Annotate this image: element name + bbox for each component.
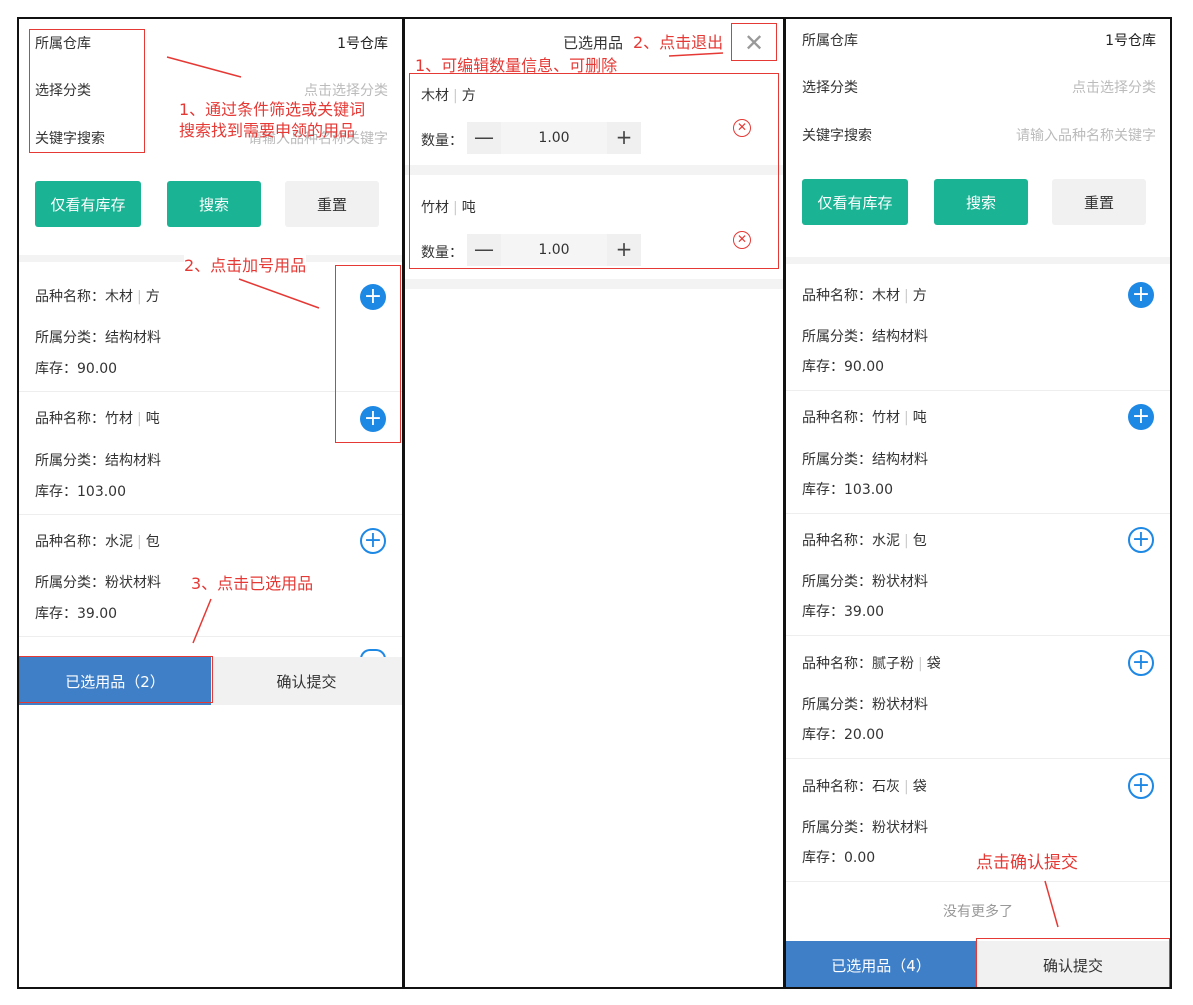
search-button[interactable]: 搜索 [934, 179, 1028, 225]
item-stock: 库存：90.00 [802, 359, 885, 375]
annotation-text: 2、点击加号用品 [184, 252, 307, 276]
popup-title: 已选用品 [563, 34, 624, 52]
add-outline-icon[interactable]: + [1128, 773, 1154, 799]
item-name: 品种名称：木材 | 方 [35, 289, 160, 305]
item-category: 所属分类：结构材料 [35, 330, 161, 346]
item-name: 品种名称：木材 | 方 [802, 288, 927, 304]
item-category: 所属分类：粉状材料 [802, 697, 928, 713]
category-select[interactable]: 点击选择分类 [1072, 77, 1156, 97]
annotation-arrow [192, 598, 212, 644]
item-name: 品种名称：竹材 | 吨 [35, 411, 160, 427]
stock-only-button[interactable]: 仅看有库存 [35, 181, 141, 227]
annotation-arrow [1044, 880, 1059, 928]
keyword-label: 关键字搜索 [802, 128, 872, 144]
item-name: 品种名称：石灰 | 袋 [802, 779, 927, 795]
item-stock: 库存：103.00 [35, 484, 126, 500]
selected-items-button[interactable]: 已选用品（4） [786, 941, 976, 987]
add-outline-icon[interactable]: + [1128, 527, 1154, 553]
add-icon[interactable]: + [1128, 282, 1154, 308]
warehouse-label: 所属仓库 [802, 33, 858, 49]
warehouse-value[interactable]: 1号仓库 [337, 33, 388, 53]
panel-search-list: 所属仓库 1号仓库 选择分类 点击选择分类 关键字搜索 请输入品种名称关键字 仅… [17, 17, 404, 989]
item-stock: 库存：0.00 [802, 850, 876, 866]
reset-button[interactable]: 重置 [285, 181, 379, 227]
item-name: 品种名称：腻子粉 | 袋 [802, 656, 941, 672]
no-more-text: 没有更多了 [943, 904, 1013, 920]
submit-button[interactable]: 确认提交 [211, 657, 402, 705]
panel-search-list-final: 所属仓库 1号仓库 选择分类 点击选择分类 关键字搜索 请输入品种名称关键字 仅… [784, 17, 1172, 989]
item-stock: 库存：39.00 [35, 606, 118, 622]
item-category: 所属分类：结构材料 [802, 452, 928, 468]
item-stock: 库存：20.00 [802, 727, 885, 743]
panel-selected-items: 已选用品 ✕ 2、点击退出 1、可编辑数量信息、可删除 木材 | 方 数量： — 1… [403, 17, 785, 989]
annotation-text: 点击确认提交 [976, 853, 1078, 873]
item-category: 所属分类：粉状材料 [802, 820, 928, 836]
add-icon[interactable]: + [1128, 404, 1154, 430]
item-name: 品种名称：竹材 | 吨 [802, 410, 927, 426]
annotation-text: 3、点击已选用品 [191, 574, 314, 593]
annotation-arrow [668, 52, 724, 57]
warehouse-value[interactable]: 1号仓库 [1105, 30, 1156, 50]
search-button[interactable]: 搜索 [167, 181, 261, 227]
item-category: 所属分类：结构材料 [35, 453, 161, 469]
category-label: 选择分类 [802, 80, 858, 96]
reset-button[interactable]: 重置 [1052, 179, 1146, 225]
item-category: 所属分类：结构材料 [802, 329, 928, 345]
item-category: 所属分类：粉状材料 [35, 575, 161, 591]
stock-only-button[interactable]: 仅看有库存 [802, 179, 908, 225]
add-outline-icon[interactable]: + [1128, 650, 1154, 676]
item-name: 品种名称：水泥 | 包 [35, 534, 160, 550]
keyword-input[interactable]: 请输入品种名称关键字 [1016, 125, 1156, 145]
item-stock: 库存：103.00 [802, 482, 893, 498]
item-category: 所属分类：粉状材料 [802, 574, 928, 590]
item-stock: 库存：90.00 [35, 361, 118, 377]
annotation-arrow [238, 278, 320, 309]
add-outline-icon[interactable]: + [360, 528, 386, 554]
item-name: 品种名称：水泥 | 包 [802, 533, 927, 549]
annotation-arrow [166, 56, 242, 78]
annotation-text: 搜索找到需要申领的用品 [179, 121, 356, 140]
item-stock: 库存：39.00 [802, 604, 885, 620]
